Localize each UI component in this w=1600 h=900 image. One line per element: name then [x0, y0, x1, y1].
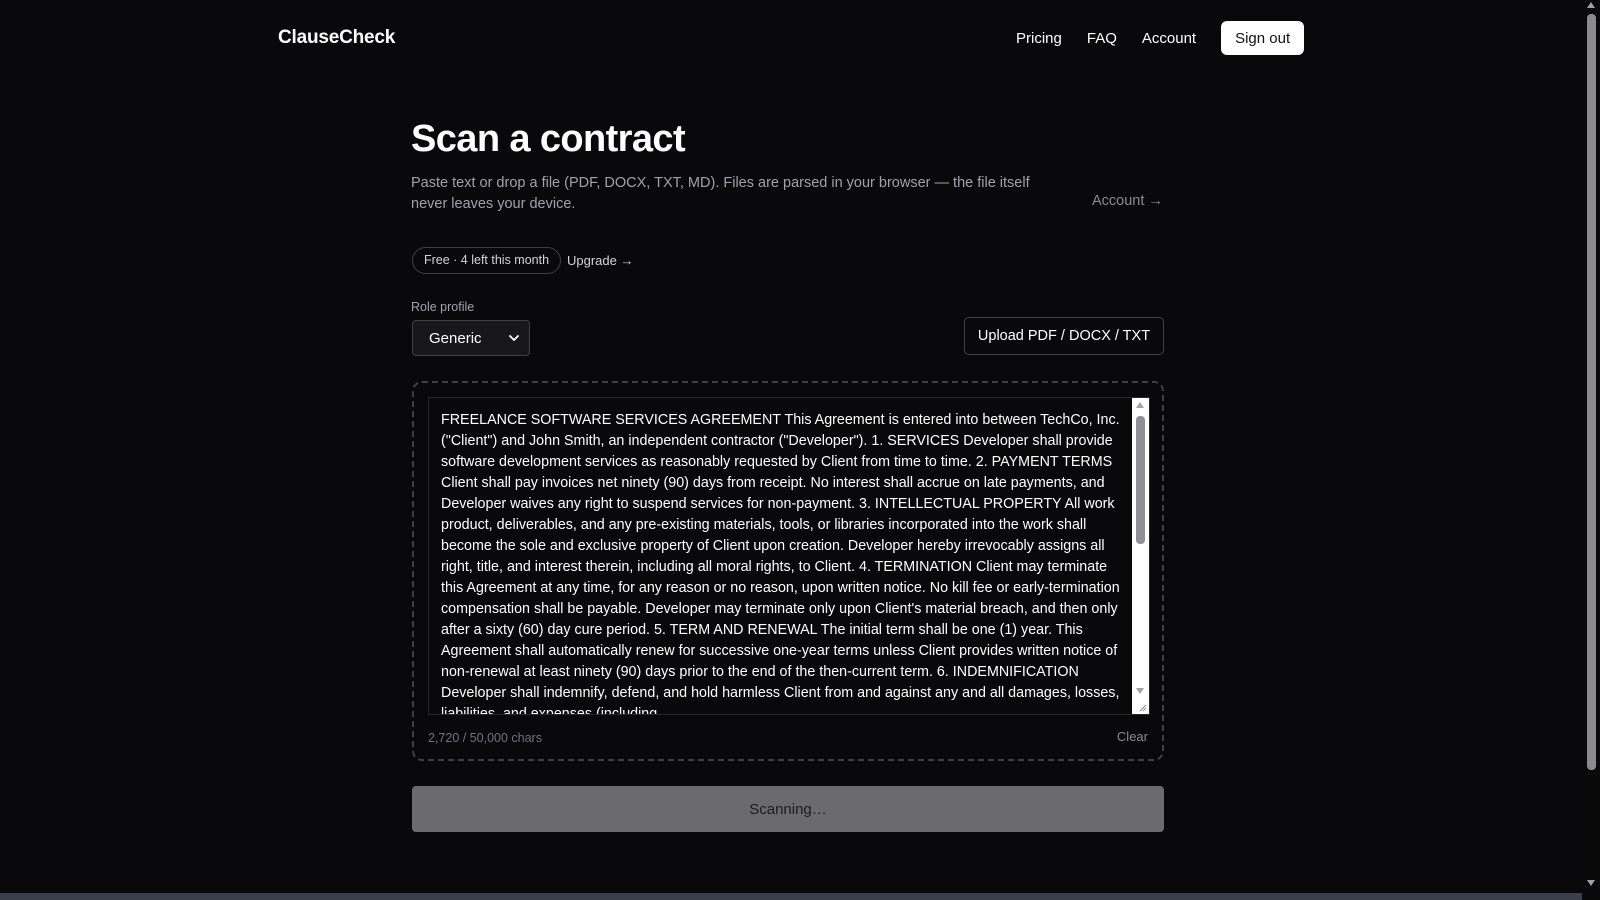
- page-subtitle: Paste text or drop a file (PDF, DOCX, TX…: [411, 175, 1030, 212]
- page-scroll-down-icon[interactable]: [1587, 880, 1595, 886]
- sign-out-button[interactable]: Sign out: [1221, 21, 1305, 55]
- scan-button[interactable]: Scanning…: [412, 786, 1164, 832]
- clear-button[interactable]: Clear: [1117, 729, 1148, 744]
- bottom-edge-bar: [0, 893, 1582, 900]
- file-dropzone[interactable]: FREELANCE SOFTWARE SERVICES AGREEMENT Th…: [412, 381, 1164, 761]
- plan-status-badge: Free · 4 left this month: [412, 247, 562, 274]
- role-profile-selected-value: Generic: [429, 329, 482, 347]
- scroll-down-arrow-icon[interactable]: [1136, 688, 1144, 694]
- role-profile-label: Role profile: [411, 300, 475, 314]
- top-nav: Pricing FAQ Account Sign out: [1016, 21, 1305, 55]
- resize-grip-icon[interactable]: [1137, 702, 1147, 712]
- nav-faq-link[interactable]: FAQ: [1087, 30, 1117, 47]
- page-scrollbar-thumb[interactable]: [1587, 14, 1596, 770]
- contract-text-content[interactable]: FREELANCE SOFTWARE SERVICES AGREEMENT Th…: [441, 410, 1129, 714]
- page-scrollbar[interactable]: [1582, 0, 1600, 900]
- scroll-up-arrow-icon[interactable]: [1136, 402, 1144, 408]
- page-title: Scan a contract: [411, 118, 686, 160]
- nav-pricing-link[interactable]: Pricing: [1016, 30, 1062, 47]
- brand-logo[interactable]: ClauseCheck: [278, 27, 395, 49]
- upgrade-link[interactable]: Upgrade →: [567, 253, 633, 268]
- chevron-down-icon: [509, 335, 519, 341]
- upload-file-button[interactable]: Upload PDF / DOCX / TXT: [964, 317, 1164, 355]
- contract-textarea[interactable]: FREELANCE SOFTWARE SERVICES AGREEMENT Th…: [428, 397, 1150, 715]
- role-profile-select[interactable]: Generic: [412, 320, 530, 356]
- account-link[interactable]: Account →: [1092, 193, 1163, 209]
- nav-account-link[interactable]: Account: [1142, 30, 1196, 47]
- app-viewport: ClauseCheck Pricing FAQ Account Sign out…: [0, 0, 1582, 893]
- character-count: 2,720 / 50,000 chars: [428, 731, 542, 745]
- textarea-scrollbar[interactable]: [1132, 398, 1149, 714]
- textarea-scrollbar-thumb[interactable]: [1136, 416, 1145, 544]
- page-scroll-up-icon[interactable]: [1587, 2, 1595, 8]
